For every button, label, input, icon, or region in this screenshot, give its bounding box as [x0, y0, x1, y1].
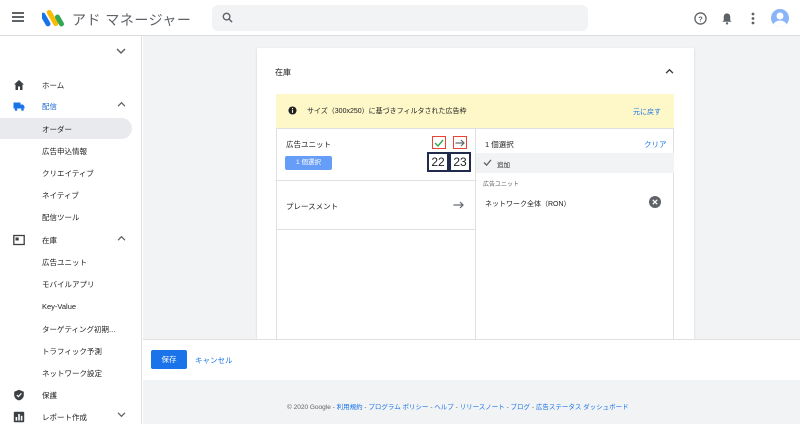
sidebar-item-line-items[interactable]: 広告申込情報: [0, 140, 132, 161]
sidebar-item-mobile-apps[interactable]: モバイルアプリ: [0, 273, 132, 294]
footer-link-help[interactable]: ヘルプ: [434, 404, 454, 411]
hamburger-icon[interactable]: [12, 12, 24, 22]
sidebar-item-native[interactable]: ネイティブ: [0, 184, 132, 205]
clear-button[interactable]: クリア: [644, 139, 667, 150]
chevron-down-icon[interactable]: [116, 48, 126, 55]
footer-link-release-notes[interactable]: リリースノート: [460, 404, 505, 411]
truck-icon: [13, 102, 25, 111]
search-input[interactable]: [212, 5, 588, 31]
picker-left-panel: 広告ユニット 1 個選択 22 23 プレースメント: [276, 128, 476, 340]
info-icon: [288, 106, 297, 115]
chevron-up-icon[interactable]: [117, 235, 126, 241]
ad-units-label: 広告ユニット: [286, 140, 331, 149]
check-icon: [483, 159, 492, 166]
sidebar-item-traffic-forecast[interactable]: トラフィック予測: [0, 340, 132, 361]
sidebar-item-key-value[interactable]: Key-Value: [0, 296, 132, 317]
footer: © 2020 Google - 利用規約 - プログラム ポリシー - ヘルプ …: [287, 401, 629, 411]
inventory-icon: [13, 234, 25, 246]
sidebar-item-label: ホーム: [42, 81, 65, 90]
sidebar-item-creatives[interactable]: クリエイティブ: [0, 162, 132, 183]
sidebar-item-targeting-presets[interactable]: ターゲティング初期...: [0, 318, 132, 339]
sidebar-item-delivery-tools[interactable]: 配信ツール: [0, 206, 132, 227]
sidebar-item-orders[interactable]: オーダー: [0, 118, 132, 139]
sidebar-item-label: ネイティブ: [42, 191, 79, 200]
banner-text: サイズ（300x250）に基づきフィルタされた広告枠: [307, 108, 467, 115]
sidebar-item-label: 広告申込情報: [42, 147, 87, 156]
added-section-header: 追加: [476, 153, 674, 173]
remove-item-button[interactable]: [649, 196, 661, 208]
added-label: 追加: [497, 162, 510, 169]
footer-link-blog[interactable]: ブログ: [511, 404, 531, 411]
sidebar-item-label: モバイルアプリ: [42, 280, 95, 289]
inventory-card: 在庫 サイズ（300x250）に基づきフィルタされた広告枠 元に戻す 広告ユニッ…: [257, 48, 694, 340]
sidebar-item-label: 在庫: [42, 236, 57, 245]
category-label: 広告ユニット: [483, 182, 520, 188]
sidebar-item-network-settings[interactable]: ネットワーク設定: [0, 362, 132, 383]
app-title: アド マネージャー: [72, 12, 192, 28]
sidebar-item-label: 保護: [42, 391, 57, 400]
help-icon[interactable]: ?: [692, 10, 708, 26]
sidebar-item-label: トラフィック予測: [42, 347, 102, 356]
bell-icon[interactable]: [719, 10, 735, 26]
footer-link-status-dashboard[interactable]: 広告ステータス ダッシュボード: [536, 404, 629, 411]
annotation-label-23: 23: [449, 152, 471, 172]
sidebar-item-label: クリエイティブ: [42, 169, 94, 178]
more-vert-icon[interactable]: [745, 10, 761, 26]
selected-count-label: 1 個選択: [485, 140, 514, 149]
svg-text:?: ?: [698, 14, 703, 23]
arrow-right-icon: [455, 139, 465, 146]
sidebar-item-ad-units[interactable]: 広告ユニット: [0, 251, 132, 272]
shield-icon: [14, 389, 24, 401]
filter-banner: サイズ（300x250）に基づきフィルタされた広告枠 元に戻す: [276, 94, 674, 128]
sidebar-item-label: 配信ツール: [42, 213, 80, 222]
footer-link-program-policy[interactable]: プログラム ポリシー: [368, 404, 428, 411]
annotation-label-22: 22: [427, 152, 449, 172]
sidebar: ホーム 配信 オーダー 広告申込情報 クリエイティブ ネイティブ 配信ツール 在…: [0, 36, 142, 424]
footer-link-terms[interactable]: 利用規約: [337, 404, 363, 411]
sidebar-item-home[interactable]: ホーム: [0, 74, 142, 96]
sidebar-item-label: ネットワーク設定: [42, 369, 102, 378]
sidebar-item-delivery[interactable]: 配信: [0, 95, 142, 117]
sidebar-item-protection[interactable]: 保護: [0, 384, 142, 406]
picker-right-panel: 1 個選択 クリア 追加 広告ユニット ネットワーク全体（RON）: [476, 128, 674, 340]
save-button[interactable]: 保存: [151, 350, 187, 369]
cancel-button[interactable]: キャンセル: [195, 355, 233, 366]
action-bar: 保存 キャンセル: [143, 339, 800, 380]
placements-label[interactable]: プレースメント: [286, 201, 338, 212]
sidebar-item-label: ターゲティング初期...: [42, 325, 116, 334]
chevron-up-icon[interactable]: [117, 101, 126, 107]
arrow-right-icon[interactable]: [453, 201, 464, 209]
divider: [277, 229, 475, 230]
include-all-button[interactable]: [432, 136, 446, 149]
sidebar-item-inventory[interactable]: 在庫: [0, 229, 142, 251]
drill-in-button[interactable]: [453, 136, 467, 149]
sidebar-item-label: 広告ユニット: [42, 258, 87, 267]
divider: [277, 180, 475, 181]
sidebar-item-label: レポート作成: [42, 413, 87, 422]
chevron-up-icon[interactable]: [665, 68, 674, 74]
revert-link[interactable]: 元に戻す: [633, 107, 661, 117]
search-icon: [222, 12, 233, 23]
selected-item-ron: ネットワーク全体（RON）: [485, 201, 571, 208]
sidebar-item-reports[interactable]: レポート作成: [0, 406, 142, 424]
close-icon: [652, 199, 658, 205]
chevron-down-icon[interactable]: [117, 412, 126, 418]
copyright: © 2020 Google -: [287, 404, 337, 411]
chart-icon: [13, 411, 25, 423]
avatar[interactable]: [771, 9, 789, 27]
ad-manager-logo: [42, 9, 64, 27]
sidebar-item-label: Key-Value: [42, 302, 77, 311]
sidebar-item-label: オーダー: [42, 125, 72, 134]
card-title: 在庫: [275, 68, 291, 77]
sidebar-item-label: 配信: [42, 102, 57, 111]
check-icon: [434, 139, 444, 147]
selected-count-chip[interactable]: 1 個選択: [285, 156, 332, 170]
home-icon: [14, 80, 24, 90]
top-bar: アド マネージャー ?: [0, 0, 800, 36]
